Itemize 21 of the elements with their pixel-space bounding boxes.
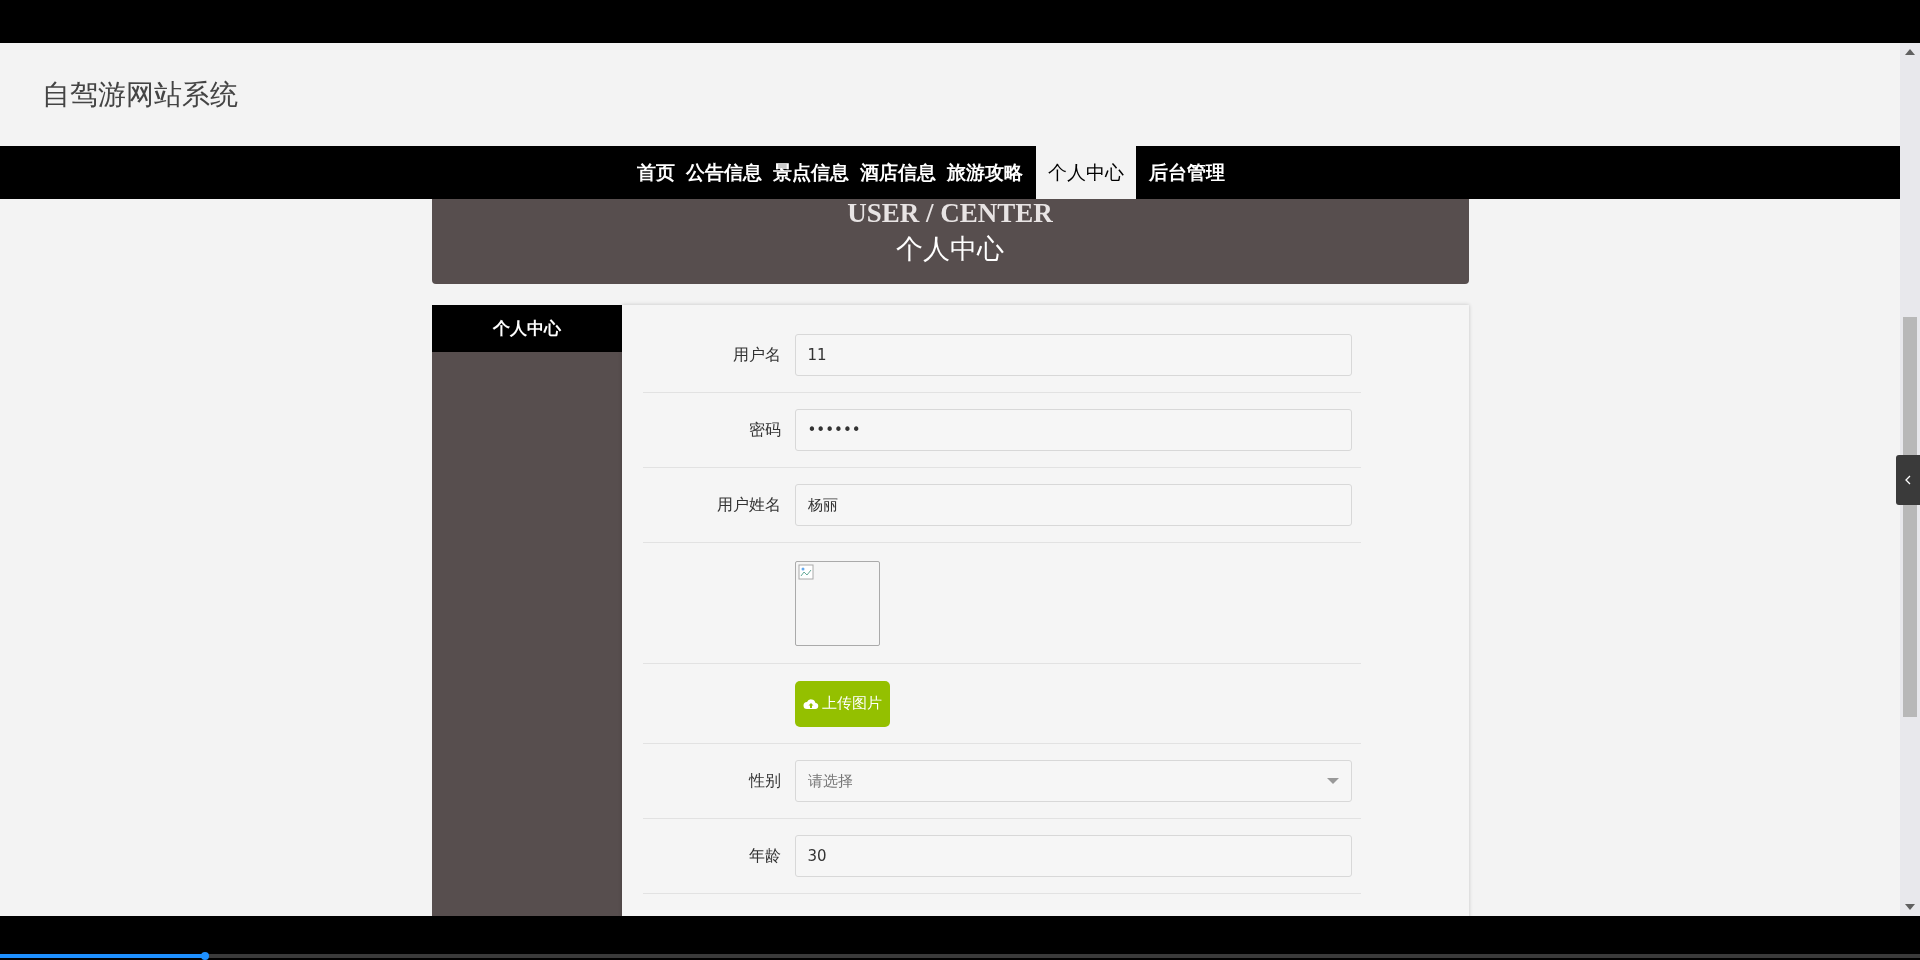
nav-link[interactable]: 首页 xyxy=(633,146,679,199)
banner-title: 个人中心 xyxy=(896,232,1004,266)
nav-link[interactable]: 酒店信息 xyxy=(856,146,940,199)
input-field[interactable]: 杨丽 xyxy=(794,484,1352,526)
nav-link[interactable]: 个人中心 xyxy=(1036,146,1136,199)
field-label: 用户姓名 xyxy=(716,494,781,514)
nav-link[interactable]: 旅游攻略 xyxy=(943,146,1027,199)
field-label: 密码 xyxy=(748,419,781,439)
input-field[interactable]: •••••• xyxy=(794,409,1352,451)
field-label: 用户名 xyxy=(732,344,781,364)
field-label: 性别 xyxy=(748,770,781,790)
banner-subtitle: USER / CENTER xyxy=(847,199,1053,227)
field-label: 年龄 xyxy=(748,845,781,865)
nav-link[interactable]: 公告信息 xyxy=(682,146,766,199)
input-field[interactable]: 30 xyxy=(794,835,1352,877)
site-title: 自驾游网站系统 xyxy=(42,76,238,113)
nav-link[interactable]: 景点信息 xyxy=(769,146,853,199)
select-field[interactable]: 请选择 xyxy=(794,760,1352,802)
input-field[interactable]: 11 xyxy=(794,334,1352,376)
nav-link[interactable]: 后台管理 xyxy=(1145,146,1229,199)
sidebar-item[interactable]: 个人中心 xyxy=(431,305,622,352)
